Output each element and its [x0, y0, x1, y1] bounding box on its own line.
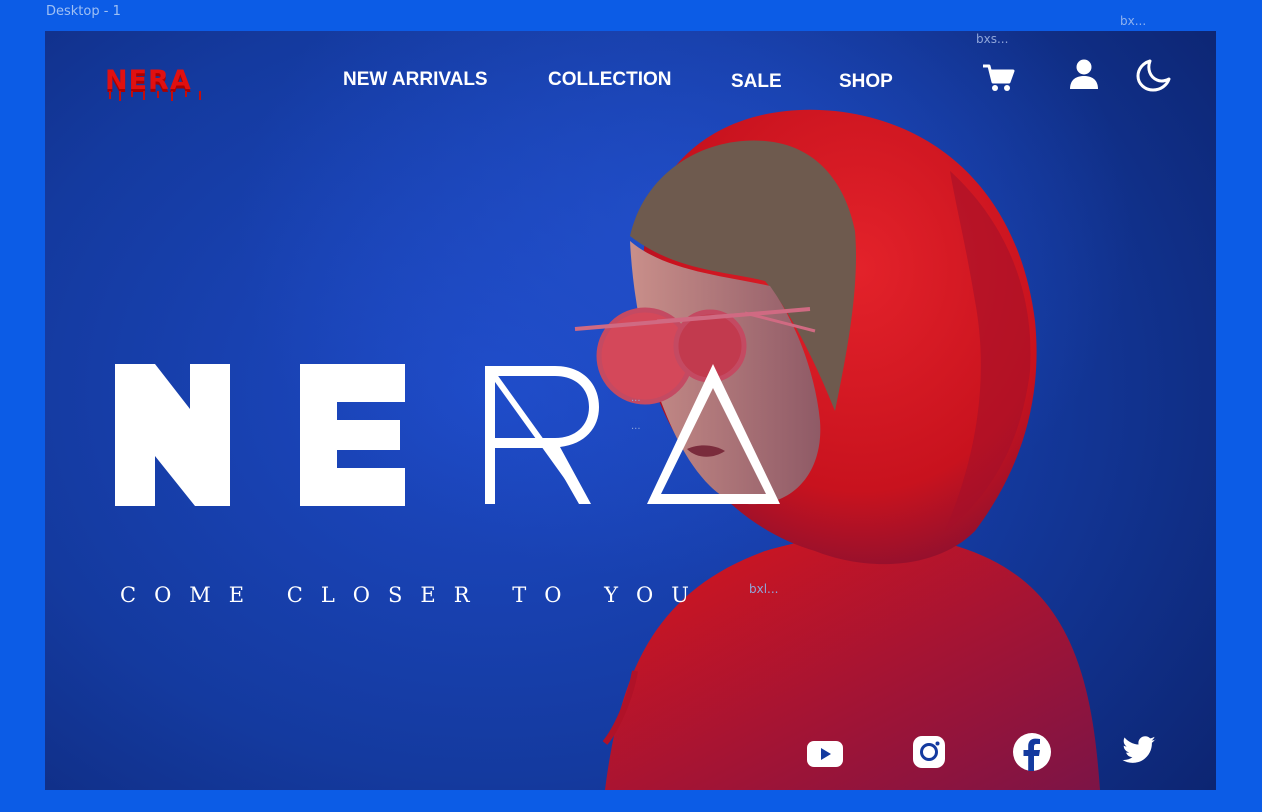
user-icon[interactable]	[1068, 58, 1100, 90]
hero-tagline: COME CLOSER TO YOU	[120, 583, 707, 607]
hero-brand-wordmark	[115, 364, 780, 506]
moon-icon[interactable]	[1135, 58, 1173, 92]
nav-new-arrivals[interactable]: NEW ARRIVALS	[343, 69, 488, 91]
layer-label-cart: bxs...	[976, 32, 1009, 46]
nav-collection[interactable]: COLLECTION	[548, 69, 672, 91]
cart-icon[interactable]	[981, 63, 1015, 93]
layer-label-tagline: bxl...	[749, 582, 779, 596]
nav-shop[interactable]: SHOP	[839, 71, 893, 93]
logo-drip-decoration	[109, 91, 201, 101]
nav-sale[interactable]: SALE	[731, 71, 782, 93]
instagram-icon[interactable]	[911, 734, 947, 770]
layer-dots-1: ...	[631, 393, 641, 404]
layer-dots-2: ...	[631, 421, 641, 432]
facebook-icon[interactable]	[1012, 732, 1052, 772]
canvas-frame-label: Desktop - 1	[46, 4, 121, 19]
landing-page-frame: NERA NEW ARRIVALS COLLECTION SALE SHOP b…	[45, 31, 1216, 790]
youtube-icon[interactable]	[806, 738, 844, 770]
canvas-layer-label: bx...	[1120, 14, 1147, 28]
twitter-icon[interactable]	[1121, 736, 1157, 766]
